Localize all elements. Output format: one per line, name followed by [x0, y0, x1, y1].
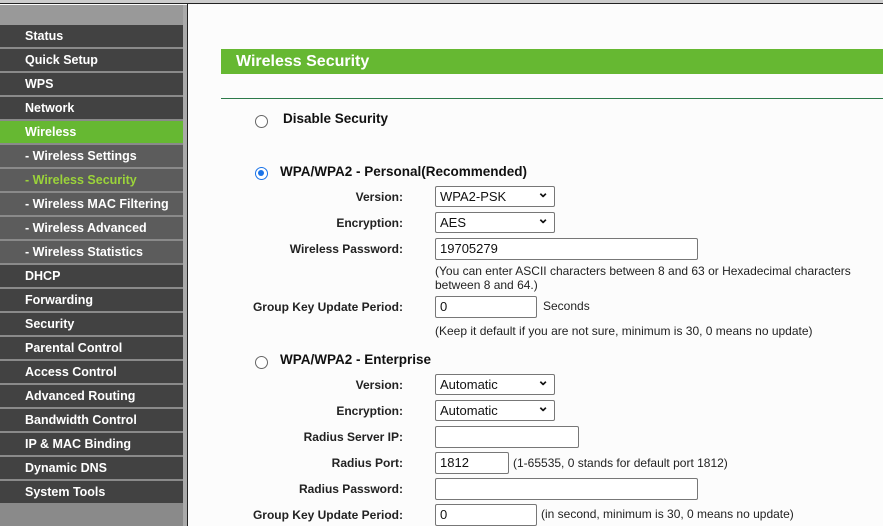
sidebar-item-parental-control[interactable]: Parental Control — [0, 337, 183, 361]
radius-password-label: Radius Password: — [298, 482, 403, 496]
wpa-enterprise-label: WPA/WPA2 - Enterprise — [280, 352, 432, 367]
disable-security-label: Disable Security — [283, 111, 389, 126]
sidebar-item-ip-mac-binding[interactable]: IP & MAC Binding — [0, 433, 183, 457]
ent-group-key-label: Group Key Update Period: — [252, 508, 403, 522]
sidebar-item-network[interactable]: Network — [0, 97, 183, 121]
ent-encryption-select[interactable]: Automatic — [435, 397, 555, 421]
sidebar-item-wireless-statistics[interactable]: - Wireless Statistics — [0, 241, 183, 265]
encryption-label: Encryption: — [336, 216, 403, 230]
divider — [187, 4, 188, 526]
page-title: Wireless Security — [221, 49, 883, 74]
version-label: Version: — [355, 190, 403, 204]
wpa-personal-label: WPA/WPA2 - Personal(Recommended) — [280, 164, 528, 179]
sidebar-item-wps[interactable]: WPS — [0, 73, 183, 97]
sidebar-item-system-tools[interactable]: System Tools — [0, 481, 183, 505]
password-note: (You can enter ASCII characters between … — [435, 264, 851, 292]
group-key-note: (Keep it default if you are not sure, mi… — [435, 324, 813, 338]
radius-port-label: Radius Port: — [331, 456, 403, 470]
radius-port-input[interactable]: 1812 — [435, 452, 509, 474]
sidebar-item-dynamic-dns[interactable]: Dynamic DNS — [0, 457, 183, 481]
sidebar-item-wireless[interactable]: Wireless — [0, 121, 183, 145]
group-key-input[interactable]: 0 — [435, 296, 537, 318]
sidebar-item-bandwidth-control[interactable]: Bandwidth Control — [0, 409, 183, 433]
ent-version-select[interactable]: Automatic — [435, 371, 555, 395]
title-divider — [221, 98, 883, 99]
sidebar-item-wireless-advanced[interactable]: - Wireless Advanced — [0, 217, 183, 241]
sidebar-header — [0, 5, 183, 25]
ent-encryption-label: Encryption: — [336, 404, 403, 418]
wpa-enterprise-radio[interactable] — [255, 356, 268, 369]
sidebar: Status Quick Setup WPS Network Wireless … — [0, 5, 183, 526]
sidebar-item-dhcp[interactable]: DHCP — [0, 265, 183, 289]
encryption-select[interactable]: AES — [435, 209, 555, 233]
disable-security-radio[interactable] — [255, 115, 268, 128]
sidebar-item-status[interactable]: Status — [0, 25, 183, 49]
group-key-label: Group Key Update Period: — [252, 300, 403, 314]
radius-password-input[interactable] — [435, 478, 698, 500]
sidebar-item-security[interactable]: Security — [0, 313, 183, 337]
seconds-label: Seconds — [543, 299, 590, 313]
wpa-personal-radio[interactable] — [255, 167, 268, 180]
sidebar-item-forwarding[interactable]: Forwarding — [0, 289, 183, 313]
version-select[interactable]: WPA2-PSK — [435, 183, 555, 207]
sidebar-item-wireless-mac-filtering[interactable]: - Wireless MAC Filtering — [0, 193, 183, 217]
radius-port-note: (1-65535, 0 stands for default port 1812… — [513, 456, 728, 470]
ent-version-label: Version: — [355, 378, 403, 392]
radius-ip-input[interactable] — [435, 426, 579, 448]
sidebar-item-access-control[interactable]: Access Control — [0, 361, 183, 385]
top-bar — [0, 0, 883, 4]
wireless-password-input[interactable]: 19705279 — [435, 238, 698, 260]
radius-ip-label: Radius Server IP: — [303, 430, 403, 444]
ent-group-key-input[interactable]: 0 — [435, 504, 537, 526]
wireless-password-label: Wireless Password: — [289, 242, 403, 256]
sidebar-item-quick-setup[interactable]: Quick Setup — [0, 49, 183, 73]
ent-group-key-note: (in second, minimum is 30, 0 means no up… — [541, 507, 794, 521]
sidebar-item-advanced-routing[interactable]: Advanced Routing — [0, 385, 183, 409]
sidebar-item-wireless-settings[interactable]: - Wireless Settings — [0, 145, 183, 169]
sidebar-item-wireless-security[interactable]: - Wireless Security — [0, 169, 183, 193]
